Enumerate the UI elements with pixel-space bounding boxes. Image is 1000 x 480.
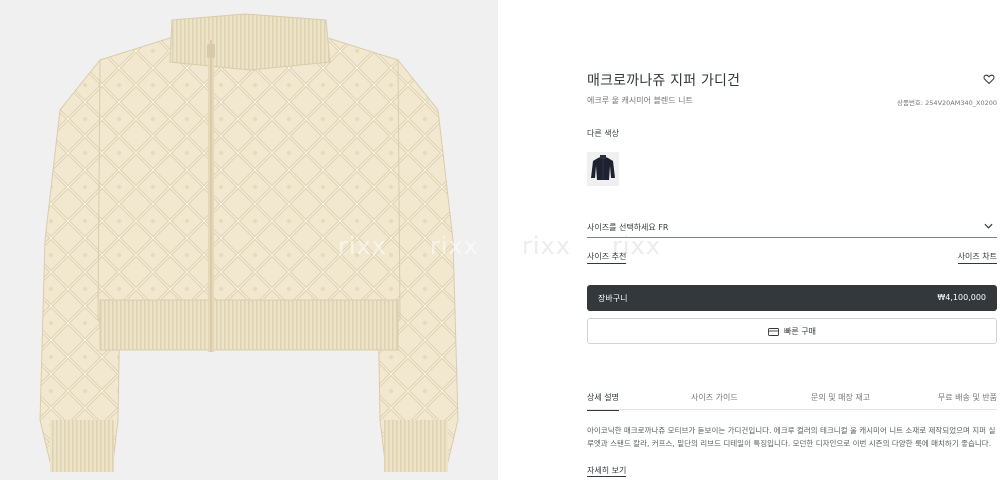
product-details-panel: 매크로까나쥬 지퍼 가디건 에크루 울 캐시미어 블렌드 니트 상품번호: 25…	[587, 0, 997, 480]
quick-buy-button[interactable]: 빠른 구매	[587, 318, 997, 344]
read-more-link[interactable]: 자세히 보기	[587, 465, 627, 477]
product-title: 매크로까나쥬 지퍼 가디건	[587, 73, 741, 89]
size-select-label: 사이즈를 선택하세요 FR	[587, 223, 669, 232]
chevron-down-icon	[984, 223, 993, 229]
navy-cardigan-thumbnail	[591, 155, 615, 180]
product-image-panel[interactable]: rixx rixx	[0, 0, 498, 480]
cart-button-label: 장바구니	[598, 294, 628, 303]
price-label: ₩4,100,000	[937, 293, 986, 302]
credit-card-icon	[768, 327, 779, 336]
size-chart-link[interactable]: 사이즈 차트	[957, 251, 997, 264]
product-image	[39, 13, 459, 472]
tab-description[interactable]: 상세 설명	[587, 392, 619, 411]
heart-icon[interactable]	[983, 73, 995, 85]
color-swatch-navy[interactable]	[587, 152, 619, 186]
size-recommend-link[interactable]: 사이즈 추천	[587, 251, 627, 264]
product-reference: 상품번호: 254V20AM340_X0200	[896, 99, 997, 107]
add-to-cart-button[interactable]: 장바구니 ₩4,100,000	[587, 285, 997, 311]
product-description: 아이코닉한 매크로까나쥬 모티브가 돋보이는 가디건입니다. 에크루 컬러의 테…	[587, 426, 996, 448]
tab-free-shipping-returns[interactable]: 무료 배송 및 반품	[938, 392, 997, 403]
quick-buy-label: 빠른 구매	[784, 327, 816, 336]
product-subtitle: 에크루 울 캐시미어 블렌드 니트	[587, 96, 693, 105]
tab-size-guide[interactable]: 사이즈 가이드	[691, 392, 738, 403]
product-info-tabs: 상세 설명 사이즈 가이드 문의 및 매장 재고 무료 배송 및 반품	[587, 388, 997, 411]
tab-inquiry-stock[interactable]: 문의 및 매장 재고	[811, 392, 870, 403]
watermark-text: rixx	[522, 232, 571, 260]
size-select[interactable]: 사이즈를 선택하세요 FR	[587, 217, 997, 238]
watermark-text: rixx	[338, 232, 387, 260]
other-colors-label: 다른 색상	[587, 129, 619, 138]
watermark-text: rixx	[430, 232, 479, 260]
